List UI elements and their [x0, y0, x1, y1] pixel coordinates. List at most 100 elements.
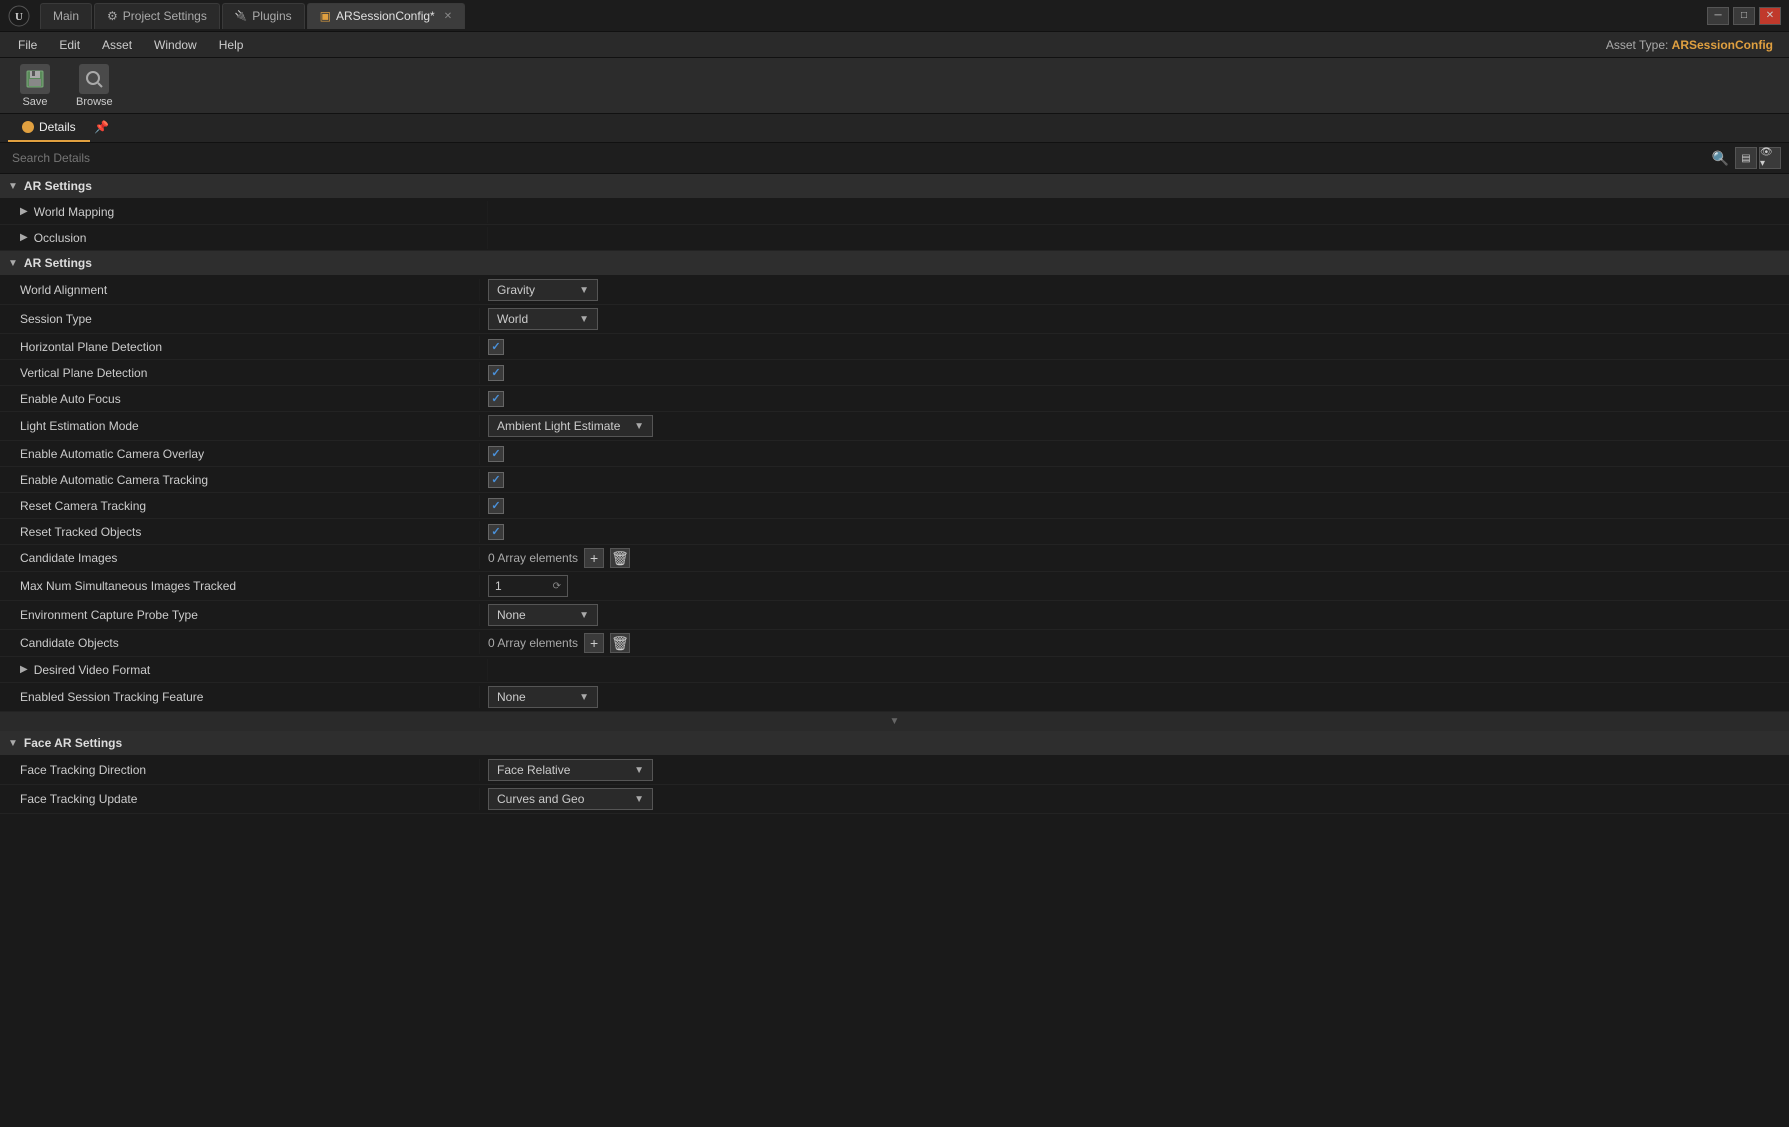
occlusion-value	[488, 235, 1789, 241]
save-label: Save	[22, 96, 47, 108]
occlusion-row[interactable]: ▶ Occlusion	[0, 225, 1789, 251]
eye-button[interactable]: 👁 ▾	[1759, 147, 1781, 169]
world-mapping-row[interactable]: ▶ World Mapping	[0, 199, 1789, 225]
tab-ar-session-config[interactable]: ▣ ARSessionConfig* ✕	[307, 3, 465, 29]
occlusion-arrow-icon: ▶	[20, 232, 28, 243]
tab-ar-close-icon[interactable]: ✕	[444, 11, 452, 22]
auto-focus-row: Enable Auto Focus	[0, 386, 1789, 412]
vertical-plane-label: Vertical Plane Detection	[0, 362, 480, 384]
browse-button[interactable]: Browse	[68, 60, 121, 112]
title-bar-right: ─ □ ✕	[1707, 7, 1781, 25]
light-estimation-value: Ambient Light Estimate ▼	[480, 412, 1789, 440]
camera-overlay-label: Enable Automatic Camera Overlay	[0, 443, 480, 465]
candidate-images-row: Candidate Images 0 Array elements + 🗑	[0, 545, 1789, 572]
asset-type-label: Asset Type: ARSessionConfig	[1606, 38, 1781, 52]
menu-window[interactable]: Window	[144, 35, 207, 55]
face-tracking-update-selected: Curves and Geo	[497, 792, 584, 806]
light-estimation-row: Light Estimation Mode Ambient Light Esti…	[0, 412, 1789, 441]
face-ar-label: Face AR Settings	[24, 736, 122, 750]
reset-camera-checkbox[interactable]	[488, 498, 504, 514]
close-button[interactable]: ✕	[1759, 7, 1781, 25]
enabled-session-tracking-dropdown[interactable]: None ▼	[488, 686, 598, 708]
auto-focus-value	[480, 388, 1789, 410]
candidate-images-add-button[interactable]: +	[584, 548, 604, 568]
details-tab-bar: Details 📌	[0, 114, 1789, 143]
camera-tracking-row: Enable Automatic Camera Tracking	[0, 467, 1789, 493]
tab-plugins[interactable]: 🔌 Plugins	[222, 3, 305, 29]
desired-video-format-row[interactable]: ▶ Desired Video Format	[0, 657, 1789, 683]
world-mapping-label: ▶ World Mapping	[8, 201, 488, 223]
desired-video-format-arrow-icon: ▶	[20, 664, 28, 675]
candidate-images-remove-button[interactable]: 🗑	[610, 548, 630, 568]
menu-help[interactable]: Help	[209, 35, 254, 55]
env-capture-row: Environment Capture Probe Type None ▼	[0, 601, 1789, 630]
camera-overlay-checkbox[interactable]	[488, 446, 504, 462]
light-estimation-dropdown[interactable]: Ambient Light Estimate ▼	[488, 415, 653, 437]
ar-settings-main-header[interactable]: ▼ AR Settings	[0, 251, 1789, 276]
face-tracking-direction-dropdown[interactable]: Face Relative ▼	[488, 759, 653, 781]
session-type-dropdown[interactable]: World ▼	[488, 308, 598, 330]
maximize-button[interactable]: □	[1733, 7, 1755, 25]
tab-ar-icon: ▣	[320, 9, 331, 23]
candidate-objects-row: Candidate Objects 0 Array elements + 🗑	[0, 630, 1789, 657]
reset-camera-row: Reset Camera Tracking	[0, 493, 1789, 519]
save-button[interactable]: Save	[12, 60, 58, 112]
menu-asset[interactable]: Asset	[92, 35, 142, 55]
reset-tracked-checkbox[interactable]	[488, 524, 504, 540]
horizontal-plane-checkbox[interactable]	[488, 339, 504, 355]
minimize-button[interactable]: ─	[1707, 7, 1729, 25]
camera-tracking-value	[480, 469, 1789, 491]
list-view-button[interactable]: ▤	[1735, 147, 1757, 169]
face-tracking-update-dropdown[interactable]: Curves and Geo ▼	[488, 788, 653, 810]
vertical-plane-row: Vertical Plane Detection	[0, 360, 1789, 386]
horizontal-plane-value	[480, 336, 1789, 358]
horizontal-plane-row: Horizontal Plane Detection	[0, 334, 1789, 360]
session-type-selected: World	[497, 312, 528, 326]
world-mapping-value	[488, 209, 1789, 215]
candidate-images-value: 0 Array elements + 🗑	[480, 545, 1789, 571]
title-bar-left: U Main ⚙ Project Settings 🔌 Plugins ▣ AR…	[8, 3, 465, 29]
vertical-plane-checkbox[interactable]	[488, 365, 504, 381]
reset-tracked-value	[480, 521, 1789, 543]
face-ar-settings-header[interactable]: ▼ Face AR Settings	[0, 731, 1789, 756]
camera-tracking-checkbox[interactable]	[488, 472, 504, 488]
face-tracking-direction-label: Face Tracking Direction	[0, 759, 480, 781]
world-alignment-dropdown[interactable]: Gravity ▼	[488, 279, 598, 301]
details-tab[interactable]: Details	[8, 114, 90, 142]
light-estimation-selected: Ambient Light Estimate	[497, 419, 620, 433]
max-num-images-number: 1	[495, 579, 502, 593]
env-capture-dropdown[interactable]: None ▼	[488, 604, 598, 626]
tab-project-settings[interactable]: ⚙ Project Settings	[94, 3, 220, 29]
search-icon[interactable]: 🔍	[1712, 150, 1729, 167]
auto-focus-checkbox[interactable]	[488, 391, 504, 407]
occlusion-label: ▶ Occlusion	[8, 227, 488, 249]
menu-bar: File Edit Asset Window Help Asset Type: …	[0, 32, 1789, 58]
ar-settings-main-label: AR Settings	[24, 256, 92, 270]
max-num-images-input[interactable]: 1 ⟳	[488, 575, 568, 597]
tab-project-settings-icon: ⚙	[107, 9, 118, 23]
candidate-objects-remove-button[interactable]: 🗑	[610, 633, 630, 653]
session-type-value: World ▼	[480, 305, 1789, 333]
scroll-indicator: ▼	[0, 712, 1789, 731]
candidate-objects-add-button[interactable]: +	[584, 633, 604, 653]
content-area: ▼ AR Settings ▶ World Mapping ▶ Occlusio…	[0, 174, 1789, 814]
ue-logo-icon: U	[8, 5, 30, 27]
ar-settings-top-header[interactable]: ▼ AR Settings	[0, 174, 1789, 199]
desired-video-format-value	[488, 667, 1789, 673]
session-type-row: Session Type World ▼	[0, 305, 1789, 334]
session-type-dropdown-arrow-icon: ▼	[579, 314, 589, 325]
menu-file[interactable]: File	[8, 35, 47, 55]
session-type-label: Session Type	[0, 308, 480, 330]
enabled-session-tracking-label: Enabled Session Tracking Feature	[0, 686, 480, 708]
pin-button[interactable]: 📌	[94, 114, 110, 140]
face-tracking-direction-value: Face Relative ▼	[480, 756, 1789, 784]
save-icon	[20, 64, 50, 94]
ar-settings-top-label: AR Settings	[24, 179, 92, 193]
light-estimation-dropdown-arrow-icon: ▼	[634, 421, 644, 432]
menu-edit[interactable]: Edit	[49, 35, 90, 55]
num-spin-icon[interactable]: ⟳	[553, 581, 561, 592]
search-input[interactable]	[8, 149, 1706, 167]
candidate-images-count: 0 Array elements	[488, 551, 578, 565]
tab-main[interactable]: Main	[40, 3, 92, 29]
tab-plugins-icon: 🔌	[235, 11, 247, 22]
